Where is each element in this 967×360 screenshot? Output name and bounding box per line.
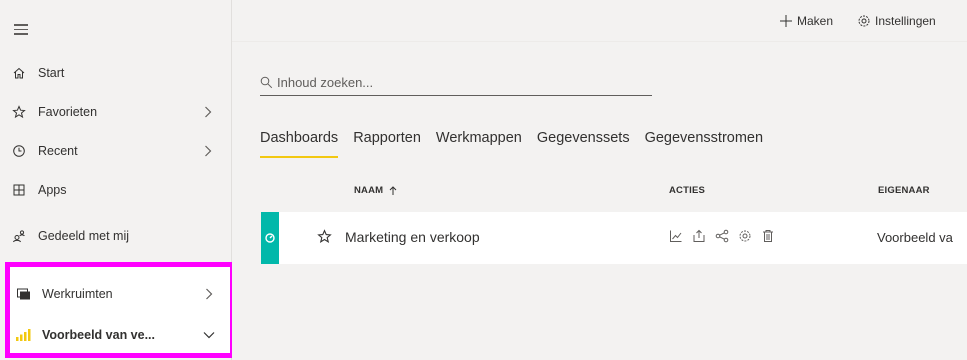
row-name[interactable]: Marketing en verkoop [345,229,480,245]
share-icon[interactable] [692,229,706,243]
nav-item-label: Recent [38,144,78,158]
delete-icon[interactable] [761,229,775,243]
star-icon [10,103,28,121]
content-tabs: Dashboards Rapporten Werkmappen Gegevens… [260,130,778,158]
column-header-actions: ACTIES [669,185,706,196]
top-bar: Maken Instellingen [232,0,967,42]
column-name-label: NAAM [354,185,384,196]
tab-reports[interactable]: Rapporten [353,130,421,158]
workspace-chart-icon [15,326,33,344]
dashboard-badge-icon [261,212,279,264]
related-content-icon[interactable] [715,229,729,243]
apps-icon [10,181,28,199]
left-nav: Start Favorieten Recent Apps Gedeeld met… [0,0,235,360]
nav-item-label: Werkruimten [42,287,113,301]
settings-button[interactable]: Instellingen [857,0,936,42]
sort-ascending-icon [389,185,397,196]
search-input[interactable]: Inhoud zoeken... [260,70,652,96]
tab-dataflows[interactable]: Gegevensstromen [645,130,763,158]
nav-item-label: Gedeeld met mij [38,229,130,243]
nav-item-label: Apps [38,183,67,197]
column-header-owner[interactable]: EIGENAAR [878,185,930,196]
settings-label: Instellingen [875,14,936,28]
nav-item-current-workspace[interactable]: Voorbeeld van ve... [10,320,230,350]
tab-datasets[interactable]: Gegevenssets [537,130,630,158]
create-button[interactable]: Maken [779,0,833,42]
insights-icon[interactable] [669,229,683,243]
clock-icon [10,142,28,160]
create-label: Maken [797,14,834,28]
workspaces-highlight: Werkruimten Voorbeeld van ve... [5,262,235,358]
plus-icon [779,14,793,28]
row-actions [669,229,775,243]
nav-item-shared-with-me[interactable]: Gedeeld met mij [0,221,232,251]
table-row[interactable]: Marketing en verkoop Voorbeeld va [261,212,967,264]
nav-item-apps[interactable]: Apps [0,175,232,205]
chevron-down-icon[interactable] [203,329,215,341]
nav-item-workspaces[interactable]: Werkruimten [10,279,230,309]
nav-item-recent[interactable]: Recent [0,136,232,166]
shared-people-icon [10,227,28,245]
main-content: Inhoud zoeken... Dashboards Rapporten We… [232,42,967,360]
chevron-right-icon[interactable] [202,106,214,118]
nav-item-label: Favorieten [38,105,98,119]
tab-workbooks[interactable]: Werkmappen [436,130,522,158]
nav-item-favorites[interactable]: Favorieten [0,97,232,127]
row-owner: Voorbeeld va [877,230,953,245]
chevron-right-icon[interactable] [202,145,214,157]
column-header-name[interactable]: NAAM [354,185,397,196]
gear-icon [857,14,871,28]
nav-item-start[interactable]: Start [0,58,232,88]
hamburger-menu-icon[interactable] [14,24,28,35]
settings-icon[interactable] [738,229,752,243]
search-icon [260,76,273,89]
chevron-right-icon[interactable] [203,288,215,300]
home-icon [10,64,28,82]
nav-item-label: Start [38,66,65,80]
favorite-star-icon[interactable] [317,229,333,245]
tab-dashboards[interactable]: Dashboards [260,130,339,158]
nav-item-label: Voorbeeld van ve... [42,328,156,342]
search-placeholder: Inhoud zoeken... [277,75,374,90]
workspaces-icon [15,285,33,303]
